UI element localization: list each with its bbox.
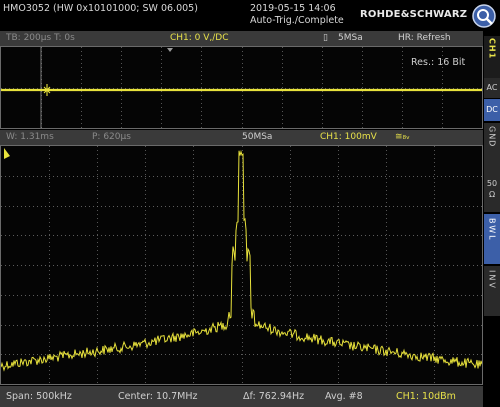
coupling-dc-button[interactable]: DC (484, 99, 500, 121)
bwl-button[interactable]: BWL (484, 214, 500, 264)
trigger-arrow-icon (167, 48, 173, 52)
trigger-marker-icon (42, 84, 52, 96)
sample-rate: 5MSa (338, 33, 363, 43)
span-value[interactable]: Span: 500kHz (6, 386, 72, 407)
fft-sample-rate: 50MSa (242, 132, 273, 142)
impedance-value: 50 (486, 179, 498, 188)
coupling-ac-button[interactable]: AC (484, 78, 500, 98)
coupling-gnd-button[interactable]: GND (484, 123, 500, 171)
invert-button[interactable]: INV (484, 266, 500, 316)
trigger-status: Auto-Trig./Complete (250, 15, 344, 26)
coupling-icon: ≅₈ᵥ (395, 132, 410, 142)
window-position: P: 620µs (92, 132, 131, 142)
center-frequency[interactable]: Center: 10.7MHz (118, 386, 198, 407)
spectrum-trace (1, 149, 482, 372)
resolution-label: Res.: 16 Bit (411, 57, 466, 68)
fft-settings-bar: Span: 500kHz Center: 10.7MHz Δf: 762.94H… (0, 386, 483, 407)
spectrum-panel[interactable] (0, 145, 483, 385)
device-info: HMO3052 (HW 0x10101000; SW 06.005) (3, 3, 198, 14)
impedance-unit: Ω (488, 190, 496, 199)
window-width: W: 1.31ms (6, 132, 54, 142)
probe-icon: ▯ (323, 33, 328, 43)
time-domain-grid (1, 47, 482, 128)
header: HMO3052 (HW 0x10101000; SW 06.005) 2019-… (0, 0, 500, 31)
timebase[interactable]: TB: 200µs T: 0s (6, 31, 75, 46)
spectrum-channel-scale[interactable]: CH1: 10dBm (396, 386, 456, 407)
fft-channel[interactable]: CH1: 100mV (320, 130, 377, 145)
brand-logo: ROHDE&SCHWARZ (360, 9, 468, 20)
magnifier-icon[interactable] (469, 1, 499, 31)
spectrum-plot (1, 146, 482, 384)
frequency-resolution: Δf: 762.94Hz (243, 391, 305, 402)
time-domain-panel[interactable]: Res.: 16 Bit (0, 46, 483, 129)
channel-coupling[interactable]: CH1: 0 V,/DC (170, 31, 229, 46)
hr-mode[interactable]: HR: Refresh (398, 31, 451, 46)
top-info-bar: TB: 200µs T: 0s CH1: 0 V,/DC ▯ 5MSa HR: … (0, 31, 483, 46)
side-channel-label: CH1 (484, 36, 500, 78)
reference-level-icon (4, 148, 10, 159)
impedance-button[interactable]: 50 Ω (484, 170, 500, 212)
datetime: 2019-05-15 14:06 (250, 3, 336, 14)
fft-info-bar: W: 1.31ms P: 620µs 50MSa CH1: 100mV ≅₈ᵥ (0, 130, 483, 145)
average-count: Avg. #8 (325, 391, 363, 402)
